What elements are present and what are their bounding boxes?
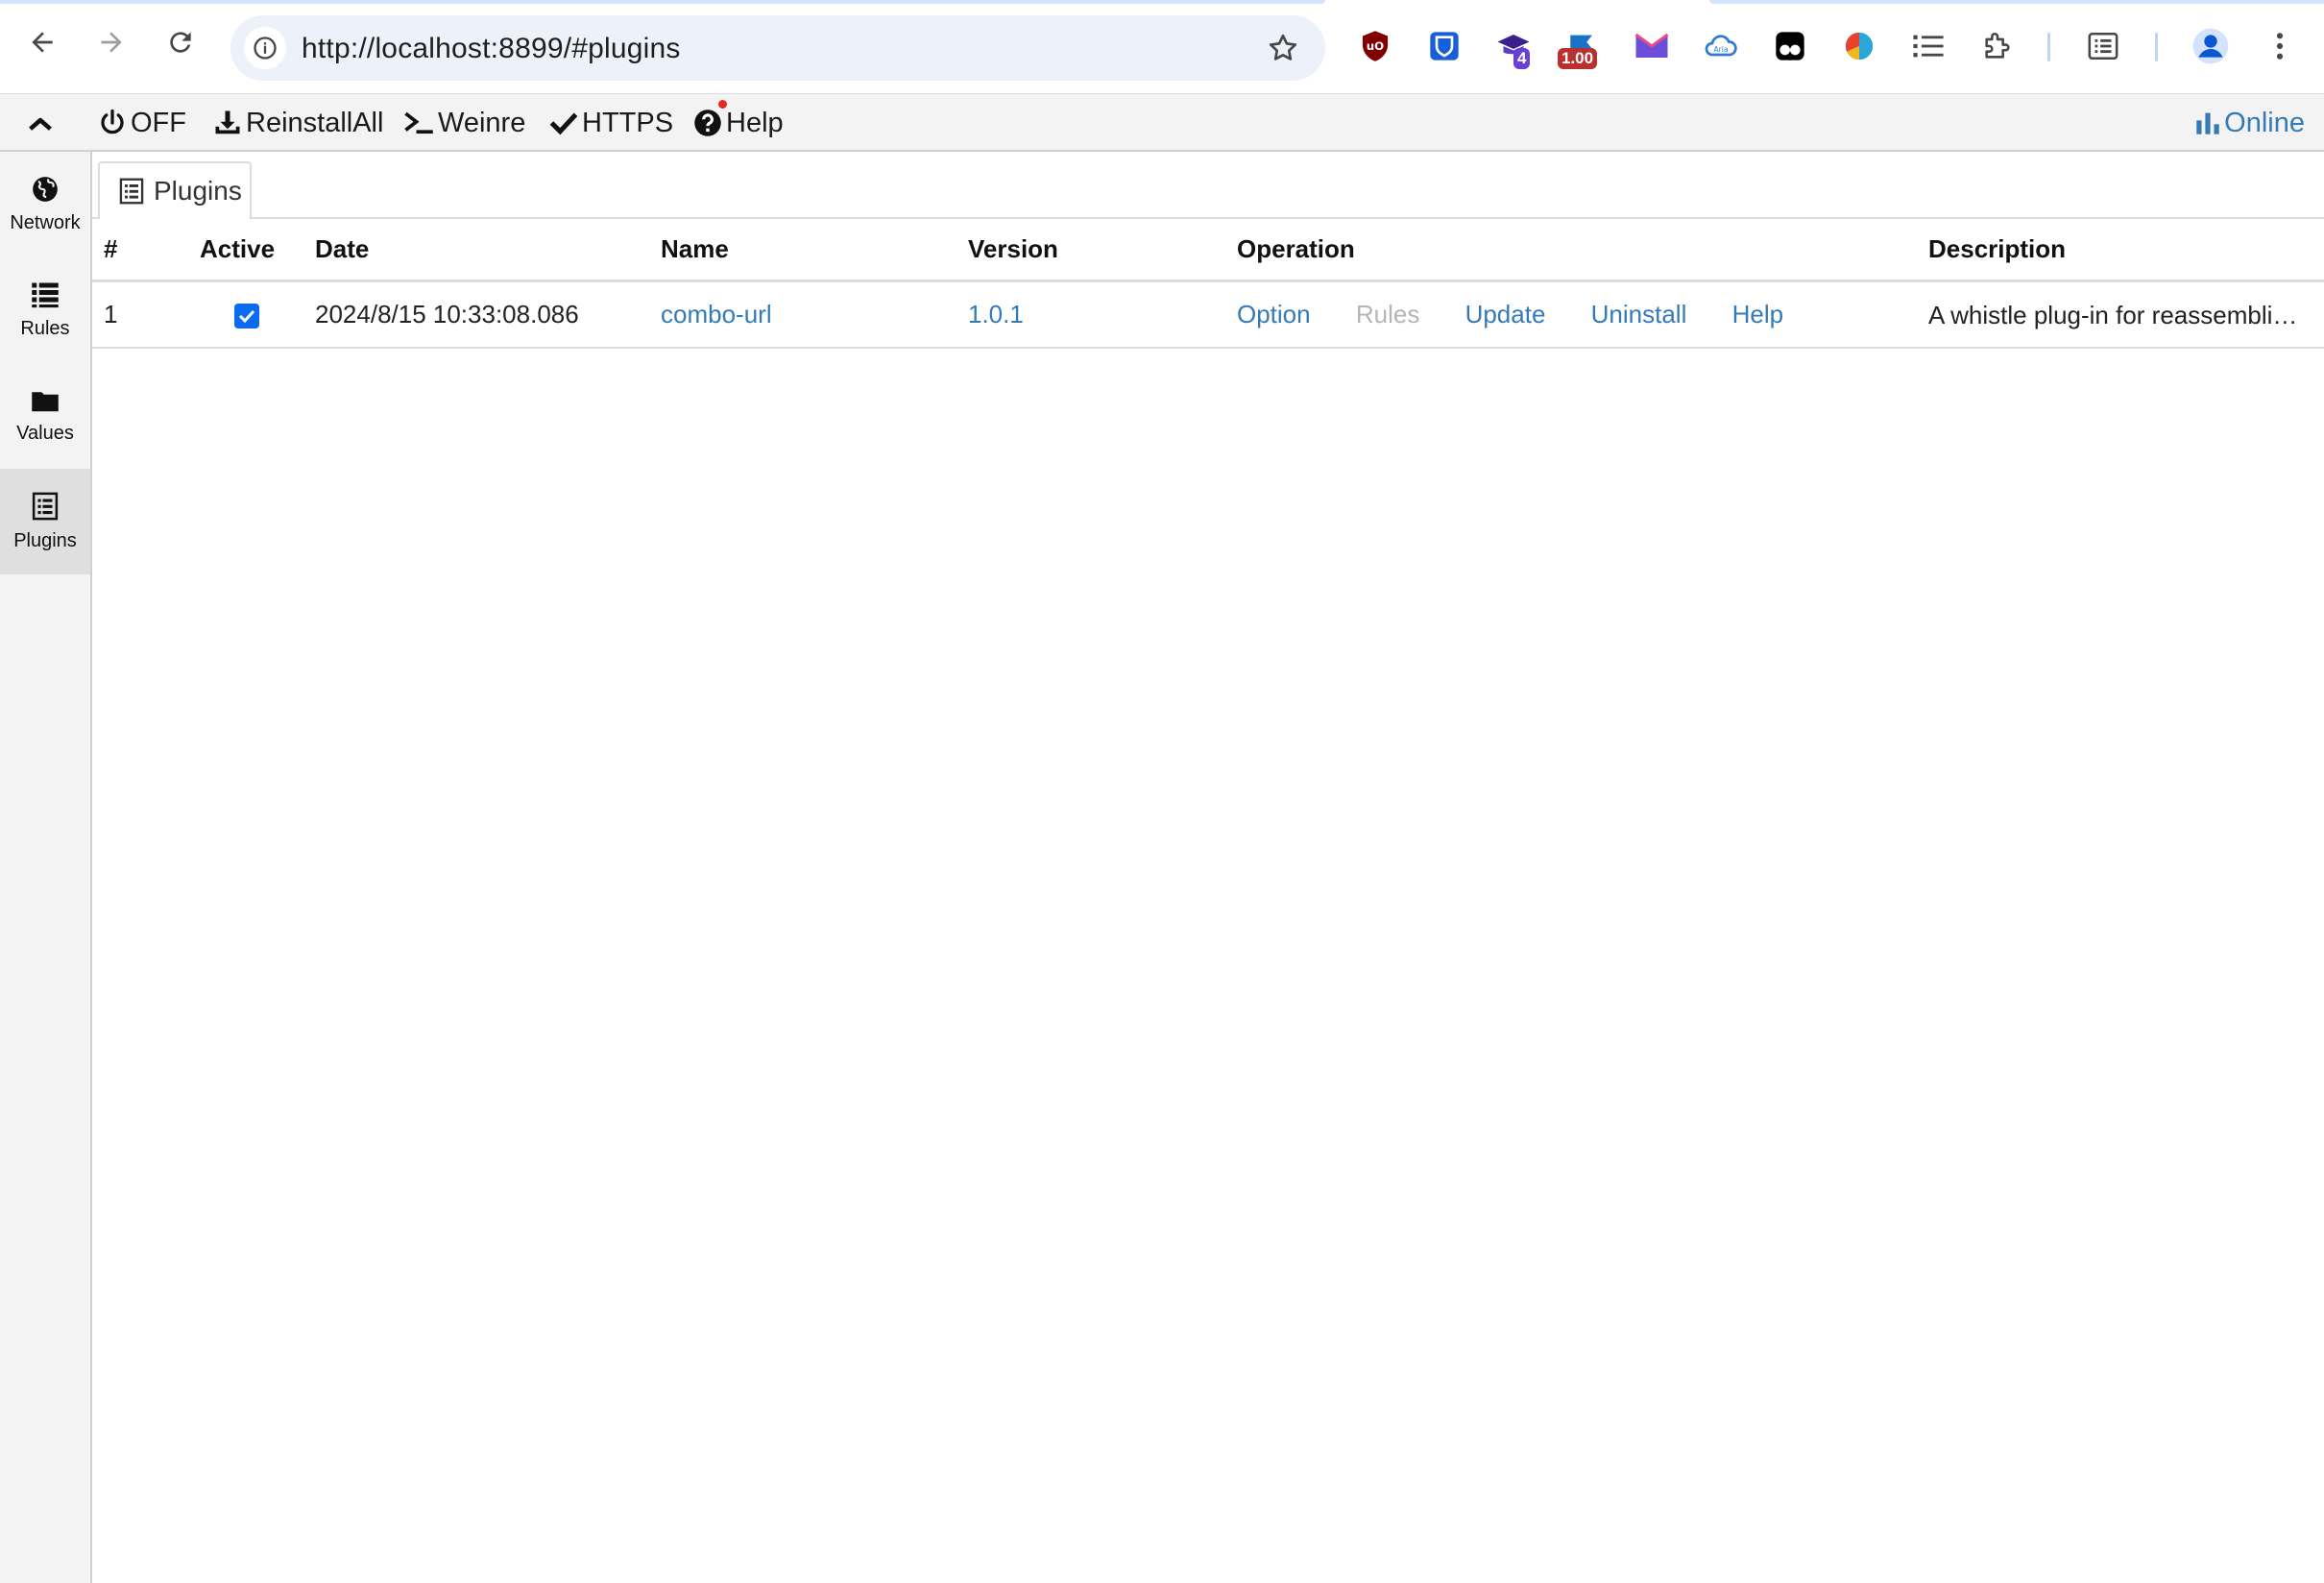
url-text: http://localhost:8899/#plugins <box>302 33 681 64</box>
bookmark-star-icon[interactable] <box>1266 31 1300 65</box>
tab-label: Plugins <box>154 176 242 206</box>
active-checkbox-cell <box>200 280 315 349</box>
plugin-version-link[interactable]: 1.0.1 <box>968 300 1024 329</box>
app-toolbar: OFF ReinstallAll Weinre HTTPS Help Onlin… <box>0 94 2324 152</box>
https-label: HTTPS <box>582 107 674 138</box>
arrow-right-icon <box>101 32 122 53</box>
checkmark-icon <box>549 112 578 135</box>
proxy-off-label: OFF <box>131 107 186 138</box>
update-link[interactable]: Update <box>1465 300 1546 329</box>
site-info-icon[interactable] <box>244 27 286 69</box>
sidebar-item-label: Plugins <box>13 529 77 551</box>
sidebar-item-label: Rules <box>20 317 70 339</box>
column-header-operation: Operation <box>1237 219 1928 282</box>
tampermonkey-icon[interactable] <box>1771 27 1809 65</box>
help-link[interactable]: Help <box>1732 300 1783 329</box>
forward-button[interactable] <box>90 21 133 63</box>
plugin-list-icon <box>32 492 59 520</box>
ublock-icon[interactable]: uO <box>1356 27 1394 65</box>
online-status-button[interactable]: Online <box>2195 106 2305 140</box>
plugin-description: A whistle plug-in for reassembli… <box>1928 300 2298 329</box>
help-notification-dot <box>718 100 727 109</box>
toolbar-separator <box>2047 33 2050 61</box>
https-button[interactable]: HTTPS <box>549 106 673 140</box>
weinre-button[interactable]: Weinre <box>403 106 525 140</box>
row-date: 2024/8/15 10:33:08.086 <box>315 280 661 349</box>
uninstall-link[interactable]: Uninstall <box>1591 300 1687 329</box>
mail-icon[interactable] <box>1633 27 1671 65</box>
tab-plugins[interactable]: Plugins <box>98 161 252 221</box>
plugins-table: # Active Date Name Version Operation Des… <box>92 219 2324 349</box>
color-ball-icon[interactable] <box>1840 27 1878 65</box>
list-icon <box>32 282 59 307</box>
tab-bar: Plugins <box>92 152 2324 221</box>
chevron-up-icon <box>29 117 52 131</box>
plugin-name-link[interactable]: combo-url <box>661 300 772 329</box>
terminal-icon <box>404 111 433 134</box>
reload-icon <box>170 32 191 53</box>
column-header-date: Date <box>315 219 661 282</box>
reinstall-all-button[interactable]: ReinstallAll <box>213 106 383 140</box>
weinre-label: Weinre <box>438 107 526 138</box>
extension-badge: 4 <box>1513 48 1531 69</box>
sidebar-item-label: Network <box>10 211 81 233</box>
back-button[interactable] <box>21 21 63 63</box>
column-header-description: Description <box>1928 219 2324 282</box>
proxy-off-button[interactable]: OFF <box>98 106 186 140</box>
power-icon <box>101 109 124 134</box>
row-index: 1 <box>92 280 200 349</box>
download-icon <box>215 110 240 134</box>
help-label: Help <box>726 107 784 138</box>
puzzle-icon[interactable] <box>1978 27 2017 65</box>
bitwarden-icon[interactable] <box>1425 27 1464 65</box>
extension-badge: 1.00 <box>1558 48 1598 69</box>
reload-button[interactable] <box>159 21 202 63</box>
sidebar: Network Rules Values Plugins <box>0 152 92 1583</box>
help-button[interactable]: Help <box>693 106 784 140</box>
question-circle-icon <box>694 110 721 136</box>
svg-text:uO: uO <box>1367 39 1384 53</box>
main-panel: Plugins # Active Date Name Version Opera… <box>92 152 2324 1583</box>
table-header-row: # Active Date Name Version Operation Des… <box>92 219 2324 282</box>
option-link[interactable]: Option <box>1237 300 1311 329</box>
arrow-left-icon <box>32 32 53 53</box>
table-row: 1 2024/8/15 10:33:08.086 combo-url 1.0.1… <box>92 280 2324 349</box>
collapse-toolbar-button[interactable] <box>21 108 60 140</box>
bar-chart-icon <box>2196 112 2219 134</box>
svg-text:Aria: Aria <box>1714 45 1729 54</box>
sidebar-item-rules[interactable]: Rules <box>0 257 90 363</box>
aria-cloud-icon[interactable]: Aria <box>1702 27 1740 65</box>
rules-link-disabled: Rules <box>1355 299 1420 329</box>
sidebar-item-values[interactable]: Values <box>0 363 90 469</box>
browser-menu-icon[interactable] <box>2261 27 2299 65</box>
plugin-list-icon <box>119 178 144 205</box>
column-header-name: Name <box>661 219 968 282</box>
profile-avatar-icon[interactable] <box>2191 27 2230 65</box>
reinstall-all-label: ReinstallAll <box>246 107 384 138</box>
sidebar-item-network[interactable]: Network <box>0 152 90 257</box>
sidebar-item-label: Values <box>16 422 74 444</box>
toolbar-separator <box>2155 33 2158 61</box>
globe-icon <box>33 176 58 202</box>
operation-cell: Option Rules Update Uninstall Help <box>1237 280 1928 349</box>
browser-chrome: http://localhost:8899/#plugins uO 4 1.00… <box>0 0 2324 94</box>
sidebar-item-plugins[interactable]: Plugins <box>0 469 90 574</box>
column-header-version: Version <box>968 219 1237 282</box>
checkmark-icon <box>238 309 255 324</box>
column-header-active: Active <box>200 219 315 282</box>
active-checkbox[interactable] <box>234 303 259 329</box>
tab-strip-highlight <box>0 0 2324 4</box>
online-status-label: Online <box>2224 107 2305 138</box>
address-bar[interactable]: http://localhost:8899/#plugins <box>230 15 1325 81</box>
list-icon[interactable] <box>1909 27 1948 65</box>
column-header-index: # <box>92 219 200 282</box>
reading-list-icon[interactable] <box>2084 27 2122 65</box>
folder-icon <box>32 391 59 411</box>
